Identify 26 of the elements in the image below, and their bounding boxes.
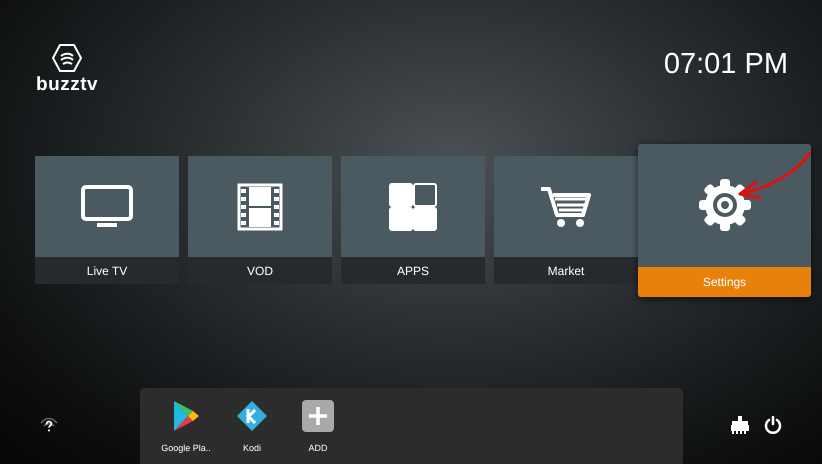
dock-app[interactable]: ADD: [294, 388, 342, 464]
brand-name: buzztv: [36, 74, 98, 96]
menu-tile[interactable]: Market: [494, 156, 638, 284]
logo-icon: [52, 44, 82, 72]
menu-tile[interactable]: VOD: [188, 156, 332, 284]
add-icon: [302, 400, 334, 432]
film-icon: [237, 182, 283, 230]
settings-icon: [696, 177, 752, 233]
kodi-icon: [236, 400, 268, 432]
monitor-icon: [81, 184, 133, 228]
tile-label: VOD: [188, 257, 332, 284]
clock-time: 07:01 PM: [664, 48, 788, 81]
help-icon[interactable]: [40, 417, 58, 433]
tile-label: Live TV: [35, 257, 179, 284]
dock-app[interactable]: Google Pla..: [162, 388, 210, 464]
play-store-icon: [172, 400, 200, 432]
cart-icon: [539, 184, 593, 228]
menu-tile[interactable]: Live TV: [35, 156, 179, 284]
tile-label: Settings: [638, 266, 811, 296]
power-icon[interactable]: [764, 416, 782, 434]
dock-app[interactable]: Kodi: [228, 388, 276, 464]
grid-icon: [389, 182, 437, 230]
menu-tile[interactable]: APPS: [341, 156, 485, 284]
tile-label: APPS: [341, 257, 485, 284]
tile-label: Market: [494, 257, 638, 284]
brush-icon[interactable]: [730, 416, 750, 434]
